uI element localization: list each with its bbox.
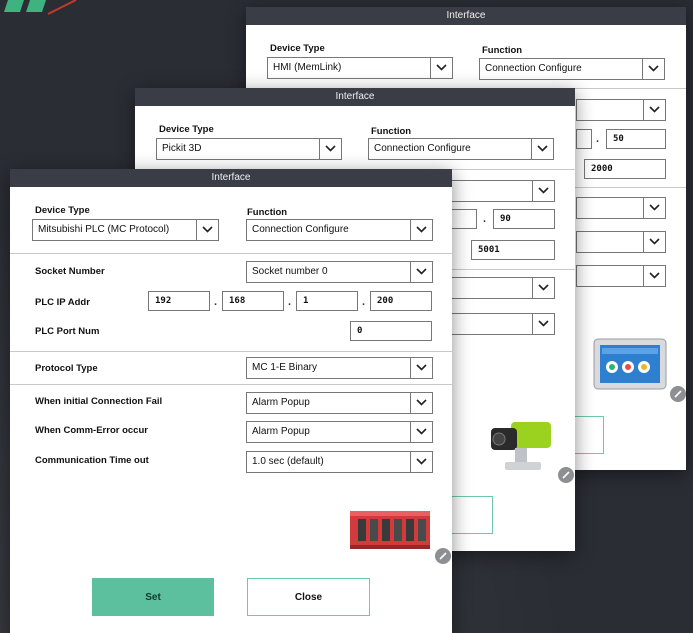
chevron-down-icon[interactable] (410, 422, 432, 442)
ip-separator: . (288, 296, 292, 308)
timeout-label: Communication Time out (35, 455, 149, 466)
chevron-down-icon[interactable] (643, 232, 665, 252)
socket-number-select[interactable] (576, 99, 666, 121)
close-button[interactable]: Close (247, 578, 370, 616)
port-input[interactable]: 5001 (471, 240, 555, 260)
ip-octet-4-input[interactable]: 200 (370, 291, 432, 311)
brand-logo-icon (4, 0, 77, 15)
socket-number-value: Socket number 0 (252, 266, 328, 277)
function-label: Function (371, 126, 412, 137)
chevron-down-icon[interactable] (319, 139, 341, 159)
ip-separator: . (483, 213, 487, 225)
function-select[interactable]: Connection Configure (368, 138, 554, 160)
protocol-type-value: MC 1-E Binary (252, 362, 318, 373)
chevron-down-icon[interactable] (196, 220, 218, 240)
device-type-value: Mitsubishi PLC (MC Protocol) (38, 224, 170, 235)
device-type-value: Pickit 3D (162, 143, 202, 154)
socket-number-select[interactable]: Socket number 0 (246, 261, 433, 283)
chevron-down-icon[interactable] (532, 278, 554, 298)
pickit-camera-icon (491, 422, 551, 470)
protocol-type-select[interactable] (445, 277, 555, 299)
ip-octet-4-input[interactable]: 50 (606, 129, 666, 149)
comm-error-value: Alarm Popup (252, 426, 310, 437)
section-divider (10, 384, 452, 385)
plc-ip-label: PLC IP Addr (35, 297, 90, 308)
chevron-down-icon[interactable] (643, 266, 665, 286)
chevron-down-icon[interactable] (643, 198, 665, 218)
device-type-label: Device Type (159, 124, 214, 135)
edit-device-icon[interactable] (558, 467, 574, 483)
function-select[interactable]: Connection Configure (479, 58, 665, 80)
comm-error-label: When Comm-Error occur (35, 425, 148, 436)
plc-port-label: PLC Port Num (35, 326, 100, 337)
ip-octet-4-input[interactable]: 90 (493, 209, 555, 229)
chevron-down-icon[interactable] (643, 100, 665, 120)
section-divider (10, 351, 452, 352)
initial-fail-label: When initial Connection Fail (35, 396, 163, 407)
device-type-value: HMI (MemLink) (273, 62, 342, 73)
chevron-down-icon[interactable] (532, 181, 554, 201)
comm-error-select[interactable] (576, 265, 666, 287)
set-button[interactable]: Set (92, 578, 214, 616)
device-type-label: Device Type (35, 205, 90, 216)
interface-window-plc: Interface Device Type Mitsubishi PLC (MC… (10, 169, 452, 633)
socket-number-label: Socket Number (35, 266, 105, 277)
window-title: Interface (135, 88, 575, 106)
edit-device-icon[interactable] (435, 548, 451, 564)
plc-port-input[interactable]: 0 (350, 321, 432, 341)
device-type-select[interactable]: Pickit 3D (156, 138, 342, 160)
function-label: Function (247, 207, 288, 218)
close-button[interactable] (449, 496, 493, 534)
initial-fail-value: Alarm Popup (252, 397, 310, 408)
chevron-down-icon[interactable] (410, 220, 432, 240)
chevron-down-icon[interactable] (410, 452, 432, 472)
function-label: Function (482, 45, 523, 56)
ip-separator: . (596, 133, 600, 145)
ip-separator: . (362, 296, 366, 308)
chevron-down-icon[interactable] (410, 358, 432, 378)
ip-separator: . (214, 296, 218, 308)
chevron-down-icon[interactable] (410, 262, 432, 282)
device-type-select[interactable]: Mitsubishi PLC (MC Protocol) (32, 219, 219, 241)
ip-octet-3-input[interactable]: 1 (296, 291, 358, 311)
window-title: Interface (10, 169, 452, 187)
section-divider (10, 253, 452, 254)
device-type-label: Device Type (270, 43, 325, 54)
protocol-type-select[interactable]: MC 1-E Binary (246, 357, 433, 379)
edit-device-icon[interactable] (670, 386, 686, 402)
timeout-select[interactable]: 1.0 sec (default) (246, 451, 433, 473)
chevron-down-icon[interactable] (531, 139, 553, 159)
function-select[interactable]: Connection Configure (246, 219, 433, 241)
ip-octet-3-input[interactable] (576, 129, 592, 149)
socket-number-select[interactable] (445, 180, 555, 202)
hmi-panel-icon (593, 338, 667, 390)
chevron-down-icon[interactable] (532, 314, 554, 334)
device-type-select[interactable]: HMI (MemLink) (267, 57, 453, 79)
protocol-type-label: Protocol Type (35, 363, 98, 374)
window-title: Interface (246, 7, 686, 25)
initial-fail-select[interactable]: Alarm Popup (246, 392, 433, 414)
chevron-down-icon[interactable] (642, 59, 664, 79)
function-value: Connection Configure (252, 224, 349, 235)
protocol-type-select[interactable] (576, 197, 666, 219)
chevron-down-icon[interactable] (430, 58, 452, 78)
chevron-down-icon[interactable] (410, 393, 432, 413)
port-input[interactable]: 2000 (584, 159, 666, 179)
comm-error-select[interactable]: Alarm Popup (246, 421, 433, 443)
timeout-value: 1.0 sec (default) (252, 456, 324, 467)
ip-octet-2-input[interactable]: 168 (222, 291, 284, 311)
ip-octet-1-input[interactable]: 192 (148, 291, 210, 311)
function-value: Connection Configure (374, 143, 471, 154)
plc-module-icon (350, 511, 430, 549)
function-value: Connection Configure (485, 63, 582, 74)
initial-fail-select[interactable] (445, 313, 555, 335)
initial-fail-select[interactable] (576, 231, 666, 253)
